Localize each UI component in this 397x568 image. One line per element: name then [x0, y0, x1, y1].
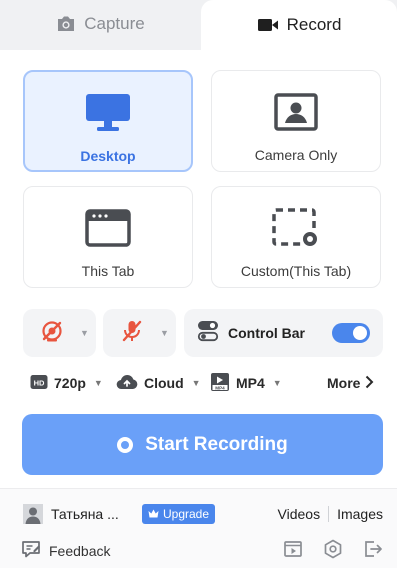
footer: Татьяна ... Upgrade Videos Images Feedba…: [0, 488, 397, 568]
record-dot-icon: [117, 436, 134, 453]
user-icon[interactable]: [23, 504, 43, 524]
crown-icon: [148, 507, 159, 521]
divider: [328, 506, 330, 522]
chevron-down-icon: ▼: [160, 328, 169, 338]
start-recording-button[interactable]: Start Recording: [22, 414, 383, 475]
microphone-toggle-dropdown[interactable]: ▼: [103, 309, 176, 357]
control-bar-label: Control Bar: [228, 325, 305, 341]
mode-custom-label: Custom(This Tab): [240, 263, 352, 279]
feedback-icon: [21, 540, 41, 561]
custom-area-icon: [272, 207, 320, 249]
tab-bar: Capture Record: [0, 0, 397, 50]
mode-camera-label: Camera Only: [254, 147, 338, 163]
camera-toggle-dropdown[interactable]: ▼: [23, 309, 96, 357]
toggle-knob: [353, 326, 367, 340]
more-options-link[interactable]: More: [327, 373, 374, 393]
tab-record-label: Record: [286, 15, 342, 34]
control-bar-icon: [197, 320, 219, 347]
mode-desktop-label: Desktop: [80, 148, 136, 164]
videos-link[interactable]: Videos: [278, 506, 321, 522]
settings-icon[interactable]: [323, 539, 343, 559]
feedback-link[interactable]: Feedback: [21, 540, 110, 561]
start-recording-label: Start Recording: [145, 433, 288, 455]
portrait-icon: [274, 91, 318, 133]
chevron-down-icon: ▼: [80, 328, 89, 338]
tab-capture-label: Capture: [84, 14, 145, 33]
camera-off-icon: [40, 319, 64, 348]
mp4-icon: MP4: [210, 372, 230, 395]
mode-this-tab[interactable]: This Tab: [23, 186, 193, 288]
control-bar-toggle[interactable]: [332, 323, 370, 343]
format-value: MP4: [236, 375, 265, 391]
feedback-label: Feedback: [49, 542, 111, 559]
svg-text:MP4: MP4: [215, 385, 225, 390]
upgrade-label: Upgrade: [163, 507, 210, 521]
more-label: More: [327, 375, 361, 391]
format-dropdown[interactable]: MP4 MP4 ▼: [210, 372, 282, 395]
hd-icon: HD: [30, 374, 48, 393]
video-library-icon[interactable]: [283, 539, 303, 559]
mode-custom[interactable]: Custom(This Tab): [211, 186, 381, 288]
chevron-down-icon: ▼: [272, 378, 282, 388]
chevron-down-icon: ▼: [93, 378, 103, 388]
chevron-right-icon: [364, 375, 374, 392]
camera-icon: [56, 15, 76, 33]
upgrade-button[interactable]: Upgrade: [142, 504, 216, 524]
tab-record[interactable]: Record: [201, 0, 397, 50]
cloud-upload-icon: [116, 374, 138, 393]
exit-icon[interactable]: [363, 539, 383, 559]
username: Татьяна ...: [51, 506, 119, 522]
save-location-value: Cloud: [144, 375, 184, 391]
mic-off-icon: [120, 319, 144, 348]
save-location-dropdown[interactable]: Cloud ▼: [116, 373, 201, 393]
images-link[interactable]: Images: [337, 506, 383, 522]
resolution-value: 720p: [54, 375, 86, 391]
mode-tab-label: This Tab: [81, 263, 135, 279]
monitor-icon: [85, 92, 131, 134]
mode-camera-only[interactable]: Camera Only: [211, 70, 381, 172]
library-links: Videos Images: [278, 506, 383, 522]
mode-desktop[interactable]: Desktop: [23, 70, 193, 172]
resolution-dropdown[interactable]: HD 720p ▼: [30, 373, 103, 393]
chevron-down-icon: ▼: [191, 378, 201, 388]
video-camera-icon: [257, 17, 279, 33]
tab-capture[interactable]: Capture: [0, 0, 201, 48]
browser-tab-icon: [85, 207, 131, 249]
svg-text:HD: HD: [34, 378, 45, 387]
control-bar-setting: Control Bar: [184, 309, 383, 357]
